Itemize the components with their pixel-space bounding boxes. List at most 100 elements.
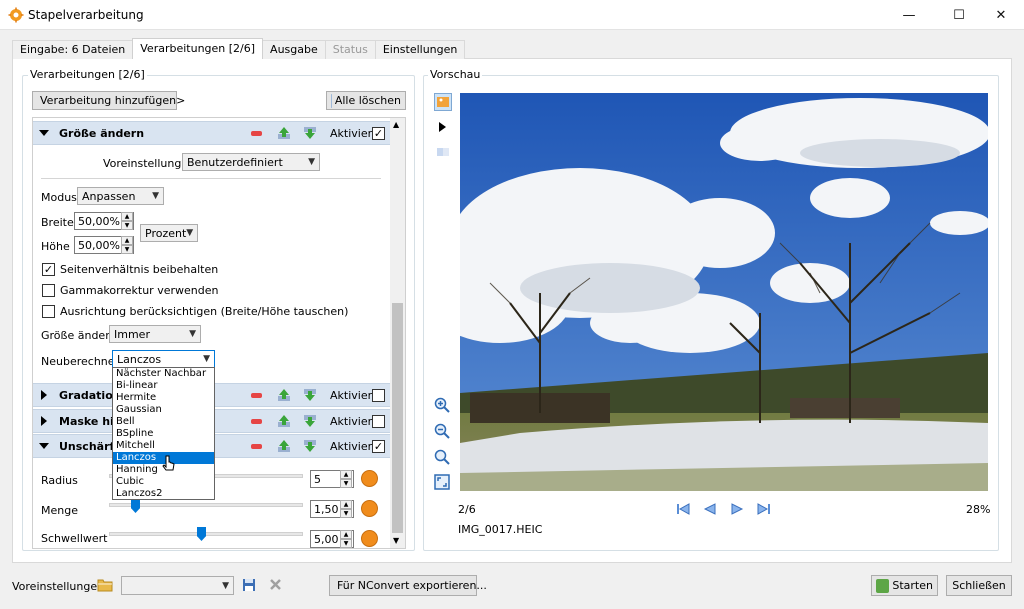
stepper-down-icon[interactable]: ▼ [340,539,352,548]
resize-when-select[interactable]: Immer ▼ [109,325,201,343]
start-button[interactable]: Starten [871,575,938,596]
tab-processing[interactable]: Verarbeitungen [2/6] [132,38,264,59]
reset-icon[interactable] [361,500,378,517]
close-button[interactable]: ✕ [978,0,1024,30]
previous-image-icon[interactable] [703,502,717,516]
stepper-up-icon[interactable]: ▲ [340,500,352,509]
fit-window-icon[interactable] [434,474,450,490]
dropdown-option[interactable]: Gaussian [113,404,214,416]
dropdown-option[interactable]: Bi-linear [113,380,214,392]
keep-ratio-checkbox[interactable]: ✓ [42,263,55,276]
move-down-icon[interactable] [303,126,317,140]
expand-icon[interactable] [41,416,47,426]
remove-icon[interactable] [251,131,262,136]
window-title: Stapelverarbeitung [28,8,144,22]
expand-icon[interactable] [41,390,47,400]
move-up-icon[interactable] [277,126,291,140]
stepper-up-icon[interactable]: ▲ [340,470,352,479]
scroll-up-icon[interactable]: ▲ [393,120,399,129]
amount-stepper[interactable]: ▲ ▼ [340,500,352,518]
stepper-up-icon[interactable]: ▲ [121,236,133,245]
stepper-down-icon[interactable]: ▼ [340,479,352,488]
resample-value: Lanczos [117,352,162,366]
stepper-down-icon[interactable]: ▼ [340,509,352,518]
enabled-checkbox[interactable] [372,389,385,402]
collapse-icon[interactable] [39,443,49,449]
footer-presets-select[interactable]: ▼ [121,576,234,595]
enabled-checkbox[interactable]: ✓ [372,127,385,140]
zoom-out-icon[interactable] [434,423,450,439]
clear-all-label: Alle löschen [334,94,401,107]
resample-dropdown-list[interactable]: Nächster Nachbar Bi-linear Hermite Gauss… [112,367,215,500]
first-image-icon[interactable] [676,502,690,516]
move-up-icon[interactable] [277,414,291,428]
section-resize-header[interactable]: Größe ändern Aktiviert ✓ [33,121,391,145]
dropdown-option[interactable]: BSpline [113,428,214,440]
move-down-icon[interactable] [303,439,317,453]
move-up-icon[interactable] [277,388,291,402]
reset-icon[interactable] [361,530,378,547]
mode-select[interactable]: Anpassen ▼ [77,187,164,205]
dropdown-option[interactable]: Hermite [113,392,214,404]
stepper-down-icon[interactable]: ▼ [121,221,133,230]
zoom-actual-icon[interactable] [434,449,450,465]
export-nconvert-button[interactable]: Für NConvert exportieren... [329,575,487,596]
scrollbar-thumb[interactable] [392,303,403,533]
reset-icon[interactable] [361,470,378,487]
presets-select[interactable]: Benutzerdefiniert ▼ [182,153,320,171]
threshold-stepper[interactable]: ▲ ▼ [340,530,352,548]
amount-slider-thumb[interactable] [131,499,140,513]
collapse-icon[interactable] [39,130,49,136]
tab-input[interactable]: Eingabe: 6 Dateien [12,40,134,59]
gamma-checkbox[interactable] [42,284,55,297]
open-folder-icon[interactable] [97,578,113,592]
chevron-down-icon: ▼ [308,157,315,167]
stepper-up-icon[interactable]: ▲ [340,530,352,539]
processing-scrollbar[interactable]: ▲ ▼ [390,118,405,548]
stepper-down-icon[interactable]: ▼ [121,245,133,254]
resize-when-value: Immer [114,327,150,341]
presets-value: Benutzerdefiniert [187,155,283,169]
enabled-checkbox[interactable] [372,415,385,428]
compare-icon[interactable] [436,145,450,159]
move-down-icon[interactable] [303,414,317,428]
threshold-slider-thumb[interactable] [197,527,206,541]
remove-icon[interactable] [251,393,262,398]
chevron-down-icon: ▼ [222,580,229,591]
remove-icon[interactable] [251,419,262,424]
tab-settings[interactable]: Einstellungen [374,40,466,59]
last-image-icon[interactable] [757,502,771,516]
tab-output[interactable]: Ausgabe [262,40,326,59]
close-dialog-button[interactable]: Schließen [946,575,1012,596]
dropdown-option[interactable]: Nächster Nachbar [113,368,214,380]
stepper-up-icon[interactable]: ▲ [121,212,133,221]
unit-select[interactable]: Prozent ▼ [140,224,198,242]
dropdown-option[interactable]: Lanczos2 [113,488,214,500]
dropdown-option[interactable]: Bell [113,416,214,428]
dropdown-option[interactable]: Cubic [113,476,214,488]
zoom-in-icon[interactable] [434,397,450,413]
image-view-icon[interactable] [434,93,452,111]
radius-stepper[interactable]: ▲ ▼ [340,470,352,488]
save-icon[interactable] [242,578,256,592]
play-icon[interactable] [437,121,447,133]
minimize-button[interactable]: — [886,0,932,30]
delete-icon[interactable] [269,578,282,591]
width-stepper[interactable]: ▲ ▼ [121,212,133,230]
orientation-checkbox[interactable] [42,305,55,318]
remove-icon[interactable] [251,444,262,449]
add-processing-button[interactable]: Verarbeitung hinzufügen> [32,91,185,110]
preview-group-label: Vorschau [428,68,483,81]
resample-select[interactable]: Lanczos ▼ [112,350,215,368]
enabled-checkbox[interactable]: ✓ [372,440,385,453]
height-stepper[interactable]: ▲ ▼ [121,236,133,254]
next-image-icon[interactable] [730,502,744,516]
dropdown-option[interactable]: Mitchell [113,440,214,452]
maximize-button[interactable]: ☐ [936,0,982,30]
scroll-down-icon[interactable]: ▼ [393,536,399,545]
radius-value: 5 [314,472,321,486]
threshold-slider[interactable] [109,532,303,536]
move-up-icon[interactable] [277,439,291,453]
move-down-icon[interactable] [303,388,317,402]
clear-all-button[interactable]: Alle löschen [326,91,406,110]
